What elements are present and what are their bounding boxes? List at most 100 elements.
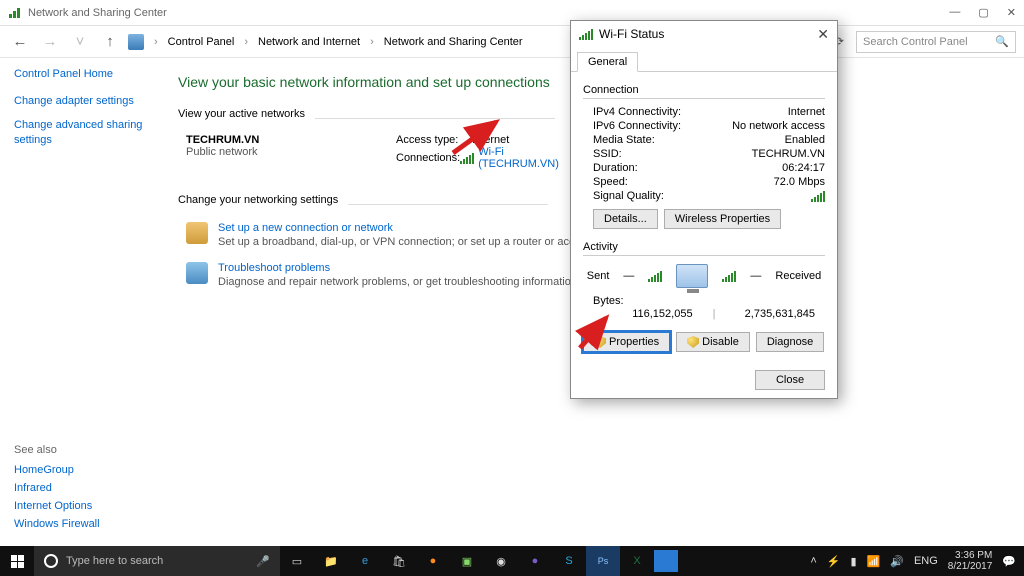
setup-title: Set up a new connection or network <box>218 222 622 234</box>
signal-quality-icon <box>811 190 825 202</box>
computer-icon <box>676 264 708 288</box>
tray-action-center[interactable]: 💬 <box>1002 555 1016 568</box>
diagnose-button[interactable]: Diagnose <box>756 332 824 352</box>
taskbar-app-eclipse[interactable]: ● <box>518 546 552 576</box>
signal-icon <box>579 28 593 40</box>
window-title: Network and Sharing Center <box>28 7 949 19</box>
tray-overflow[interactable]: ˄ <box>810 555 816 567</box>
group-activity: Activity <box>583 241 825 253</box>
bytes-received: 2,735,631,845 <box>715 308 815 320</box>
wifi-status-dialog: Wi-Fi Status ✕ General Connection IPv4 C… <box>570 20 838 399</box>
dialog-close-button[interactable]: ✕ <box>817 26 829 43</box>
taskbar-app-notepadpp[interactable]: ▣ <box>450 546 484 576</box>
troubleshoot-icon <box>186 262 208 284</box>
ssid-label: SSID: <box>593 148 752 160</box>
duration-value: 06:24:17 <box>782 162 825 174</box>
taskbar-app-excel[interactable]: X <box>620 546 654 576</box>
tab-general[interactable]: General <box>577 52 638 72</box>
access-type-value: Internet <box>472 134 509 146</box>
tray-power-icon[interactable]: ⚡ <box>827 555 841 568</box>
received-label: Received <box>775 270 821 282</box>
cortana-icon <box>44 554 58 568</box>
see-also-internet-options[interactable]: Internet Options <box>14 500 100 512</box>
up-button[interactable]: ↑ <box>98 33 122 50</box>
address-bar: ← → ˅ ↑ › Control Panel › Network and In… <box>0 26 1024 58</box>
taskbar: Type here to search 🎤 ▭ 📁 e 🛍 ● ▣ ◉ ● S … <box>0 546 1024 576</box>
breadcrumb-root[interactable]: Control Panel <box>168 36 235 48</box>
taskbar-app-explorer[interactable]: 📁 <box>314 546 348 576</box>
control-panel-icon <box>128 34 144 50</box>
tray-volume-icon[interactable]: 🔊 <box>890 555 904 568</box>
close-button[interactable]: ✕ <box>1007 6 1016 19</box>
system-tray: ˄ ⚡ ▮ 📶 🔊 ENG 3:36 PM 8/21/2017 💬 <box>810 550 1024 572</box>
taskbar-app-chrome[interactable]: ◉ <box>484 546 518 576</box>
taskbar-app-store[interactable]: 🛍 <box>382 546 416 576</box>
taskbar-app-edge[interactable]: e <box>348 546 382 576</box>
close-dialog-button[interactable]: Close <box>755 370 825 390</box>
task-view-button[interactable]: ▭ <box>280 546 314 576</box>
ipv6-label: IPv6 Connectivity: <box>593 120 732 132</box>
tray-network-icon[interactable]: 📶 <box>867 555 881 568</box>
shield-icon <box>687 336 699 348</box>
minimize-button[interactable]: — <box>949 6 960 19</box>
properties-button[interactable]: Properties <box>583 332 670 352</box>
disable-button[interactable]: Disable <box>676 332 750 352</box>
network-icon <box>8 6 22 20</box>
see-also: See also HomeGroup Infrared Internet Opt… <box>14 444 100 530</box>
search-icon: 🔍 <box>995 35 1009 48</box>
duration-label: Duration: <box>593 162 782 174</box>
recv-dash: — <box>750 270 761 282</box>
activity-recv-icon <box>722 270 736 282</box>
cortana-placeholder: Type here to search <box>66 555 163 567</box>
back-button[interactable]: ← <box>8 33 32 50</box>
tray-lang[interactable]: ENG <box>914 555 938 567</box>
recent-dropdown[interactable]: ˅ <box>68 33 92 50</box>
taskbar-app-photoshop[interactable]: Ps <box>586 546 620 576</box>
taskbar-app-firefox[interactable]: ● <box>416 546 450 576</box>
speed-label: Speed: <box>593 176 774 188</box>
tray-battery-icon[interactable]: ▮ <box>850 555 856 568</box>
see-also-label: See also <box>14 444 100 456</box>
signal-icon <box>460 152 474 164</box>
ssid-value: TECHRUM.VN <box>752 148 825 160</box>
media-label: Media State: <box>593 134 785 146</box>
breadcrumb-l2[interactable]: Network and Sharing Center <box>384 36 523 48</box>
maximize-button[interactable]: ▢ <box>978 6 988 19</box>
search-placeholder: Search Control Panel <box>863 36 968 48</box>
troubleshoot-title: Troubleshoot problems <box>218 262 580 274</box>
window-titlebar: Network and Sharing Center — ▢ ✕ <box>0 0 1024 26</box>
breadcrumb-l1[interactable]: Network and Internet <box>258 36 360 48</box>
signal-quality-label: Signal Quality: <box>593 190 811 202</box>
see-also-homegroup[interactable]: HomeGroup <box>14 464 100 476</box>
sidebar-link-adapter[interactable]: Change adapter settings <box>14 94 154 108</box>
control-panel-home-link[interactable]: Control Panel Home <box>14 68 154 80</box>
wireless-properties-button[interactable]: Wireless Properties <box>664 209 781 229</box>
dialog-titlebar[interactable]: Wi-Fi Status ✕ <box>571 21 837 47</box>
start-button[interactable] <box>0 546 34 576</box>
taskbar-app-generic[interactable] <box>654 550 678 572</box>
media-value: Enabled <box>785 134 825 146</box>
network-name: TECHRUM.VN <box>186 134 396 146</box>
active-networks-label: View your active networks <box>178 108 305 120</box>
setup-desc: Set up a broadband, dial-up, or VPN conn… <box>218 236 622 248</box>
taskbar-app-skype[interactable]: S <box>552 546 586 576</box>
cortana-search[interactable]: Type here to search 🎤 <box>34 546 280 576</box>
ipv4-value: Internet <box>788 106 825 118</box>
sent-label: Sent <box>587 270 610 282</box>
connection-link[interactable]: Wi-Fi (TECHRUM.VN) <box>478 146 566 170</box>
sent-dash: — <box>623 270 634 282</box>
access-type-label: Access type: <box>396 134 472 146</box>
mic-icon[interactable]: 🎤 <box>256 555 270 568</box>
speed-value: 72.0 Mbps <box>774 176 825 188</box>
see-also-firewall[interactable]: Windows Firewall <box>14 518 100 530</box>
tray-clock[interactable]: 3:36 PM 8/21/2017 <box>948 550 993 572</box>
details-button[interactable]: Details... <box>593 209 658 229</box>
troubleshoot-desc: Diagnose and repair network problems, or… <box>218 276 580 288</box>
forward-button[interactable]: → <box>38 33 62 50</box>
search-input[interactable]: Search Control Panel 🔍 <box>856 31 1016 53</box>
change-settings-label: Change your networking settings <box>178 194 338 206</box>
bytes-sent: 116,152,055 <box>593 308 713 320</box>
ipv4-label: IPv4 Connectivity: <box>593 106 788 118</box>
see-also-infrared[interactable]: Infrared <box>14 482 100 494</box>
sidebar-link-sharing[interactable]: Change advanced sharing settings <box>14 118 154 147</box>
